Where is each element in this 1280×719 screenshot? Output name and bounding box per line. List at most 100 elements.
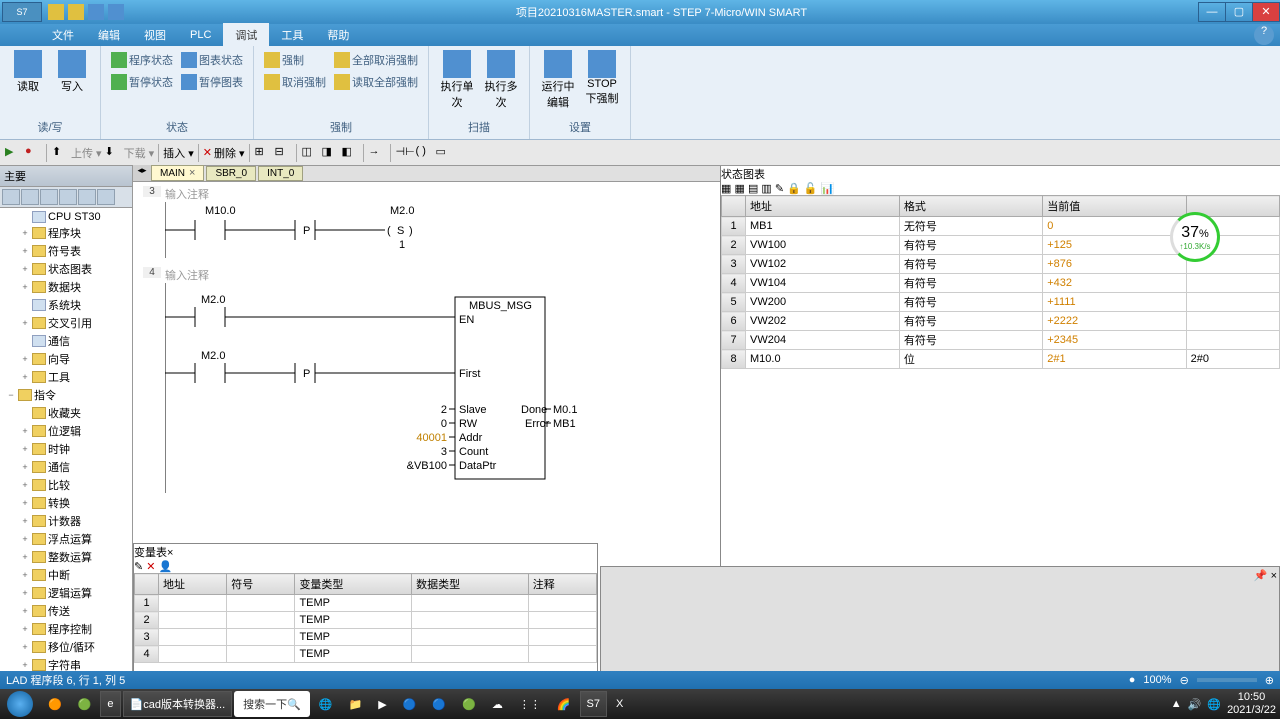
project-tree[interactable]: CPU ST30+程序块+符号表+状态图表+数据块系统块+交叉引用通信+向导+工…: [0, 208, 132, 671]
tool-icon[interactable]: 👤: [159, 561, 173, 573]
tree-node[interactable]: +中断: [2, 566, 130, 584]
tree-node[interactable]: +符号表: [2, 242, 130, 260]
coil-icon[interactable]: ( ): [415, 144, 433, 162]
tree-tool-icon[interactable]: [59, 189, 77, 205]
tree-node[interactable]: +比较: [2, 476, 130, 494]
taskbar-app-icon[interactable]: 🟢: [455, 691, 483, 717]
tree-node[interactable]: +时钟: [2, 440, 130, 458]
minimize-button[interactable]: —: [1198, 2, 1226, 22]
tree-node[interactable]: +整数运算: [2, 548, 130, 566]
tree-node[interactable]: CPU ST30: [2, 210, 130, 224]
tree-node[interactable]: +移位/循环: [2, 638, 130, 656]
tree-node[interactable]: 系统块: [2, 296, 130, 314]
new-icon[interactable]: [48, 4, 64, 20]
ribbon-运行中编辑[interactable]: 运行中编辑: [538, 50, 578, 110]
taskbar-app-icon[interactable]: 🔵: [425, 691, 453, 717]
insert-button[interactable]: 插入 ▾: [163, 145, 194, 161]
tool-icon[interactable]: ✎: [134, 561, 143, 573]
ribbon-暂停状态[interactable]: 暂停状态: [109, 72, 175, 92]
taskbar-app-icon[interactable]: ☁: [485, 691, 510, 717]
maximize-button[interactable]: ▢: [1225, 2, 1253, 22]
delete-button[interactable]: 删除 ▾: [214, 145, 245, 161]
tool-icon[interactable]: ▥: [761, 183, 771, 195]
close-icon[interactable]: ×: [1271, 570, 1277, 582]
taskbar-icon[interactable]: 🟢: [71, 691, 99, 717]
tree-node[interactable]: +位逻辑: [2, 422, 130, 440]
app-logo[interactable]: S7: [2, 2, 42, 22]
tree-tool-icon[interactable]: [97, 189, 115, 205]
tree-node[interactable]: +通信: [2, 458, 130, 476]
tool-icon[interactable]: ▦: [721, 183, 731, 195]
taskbar-step7-icon[interactable]: S7: [580, 691, 607, 717]
tree-node[interactable]: +浮点运算: [2, 530, 130, 548]
tree-tool-icon[interactable]: [2, 189, 20, 205]
tool-icon[interactable]: ⊟: [274, 144, 292, 162]
save-icon[interactable]: [88, 4, 104, 20]
ribbon-STOP 下强制[interactable]: STOP 下强制: [582, 50, 622, 106]
ribbon-取消强制[interactable]: 取消强制: [262, 72, 328, 92]
tree-node[interactable]: +向导: [2, 350, 130, 368]
tree-node[interactable]: +工具: [2, 368, 130, 386]
tree-node[interactable]: +转换: [2, 494, 130, 512]
tree-tool-icon[interactable]: [40, 189, 58, 205]
taskbar-app-icon[interactable]: ⋮⋮: [512, 691, 548, 717]
taskbar-app-icon[interactable]: 🔵: [396, 691, 424, 717]
lock-icon[interactable]: 🔒: [787, 183, 801, 195]
tree-node[interactable]: +程序控制: [2, 620, 130, 638]
start-button[interactable]: [0, 689, 40, 719]
ribbon-强制[interactable]: 强制: [262, 50, 328, 70]
download-icon[interactable]: ⬇: [104, 144, 122, 162]
tab-MAIN[interactable]: MAIN ×: [151, 165, 204, 181]
tool-icon[interactable]: ◧: [341, 144, 359, 162]
open-icon[interactable]: [68, 4, 84, 20]
taskbar-app-icon[interactable]: ▶: [371, 691, 393, 717]
tray-icon[interactable]: ▲: [1171, 698, 1182, 710]
tool-icon[interactable]: ◨: [321, 144, 339, 162]
variable-table[interactable]: 地址符号变量类型数据类型注释1TEMP2TEMP3TEMP4TEMP: [134, 573, 597, 663]
tree-tool-icon[interactable]: [21, 189, 39, 205]
tree-node[interactable]: 收藏夹: [2, 404, 130, 422]
tree-node[interactable]: −指令: [2, 386, 130, 404]
taskbar-excel-icon[interactable]: X: [609, 691, 630, 717]
delete-icon[interactable]: ✕: [146, 561, 155, 573]
tool-icon[interactable]: ▤: [748, 183, 758, 195]
taskbar-ie-icon[interactable]: 🌐: [312, 691, 340, 717]
ribbon-执行单次[interactable]: 执行单次: [437, 50, 477, 110]
zoom-slider[interactable]: [1197, 678, 1257, 682]
tree-node[interactable]: +字符串: [2, 656, 130, 671]
block-icon[interactable]: ▭: [435, 144, 453, 162]
taskbar-clock[interactable]: 10:502021/3/22: [1227, 691, 1276, 717]
taskbar-chrome-icon[interactable]: 🌈: [550, 691, 578, 717]
tree-node[interactable]: +程序块: [2, 224, 130, 242]
ribbon-写入[interactable]: 写入: [52, 50, 92, 94]
pencil-icon[interactable]: ✎: [775, 183, 784, 195]
zoom-out-icon[interactable]: ⊖: [1180, 674, 1189, 687]
upload-icon[interactable]: ⬆: [51, 144, 69, 162]
zoom-level[interactable]: 100%: [1143, 674, 1171, 686]
close-icon[interactable]: ×: [167, 547, 173, 559]
tree-node[interactable]: +计数器: [2, 512, 130, 530]
zoom-in-icon[interactable]: ⊕: [1265, 674, 1274, 687]
menu-help[interactable]: 帮助: [315, 23, 361, 47]
taskbar-explorer-icon[interactable]: 📁: [342, 691, 370, 717]
ribbon-暂停图表[interactable]: 暂停图表: [179, 72, 245, 92]
tab-close-icon[interactable]: ×: [189, 167, 195, 179]
tree-tool-icon[interactable]: [78, 189, 96, 205]
menu-edit[interactable]: 编辑: [86, 23, 132, 47]
close-button[interactable]: ✕: [1252, 2, 1280, 22]
taskbar-app[interactable]: 📄 cad版本转换器...: [123, 691, 233, 717]
tree-node[interactable]: +传送: [2, 602, 130, 620]
tool-icon[interactable]: ◫: [301, 144, 319, 162]
ribbon-读取[interactable]: 读取: [8, 50, 48, 94]
tool-icon[interactable]: ⊞: [254, 144, 272, 162]
tree-node[interactable]: +数据块: [2, 278, 130, 296]
stop-icon[interactable]: ●: [24, 144, 42, 162]
tab-SBR_0[interactable]: SBR_0: [206, 166, 256, 181]
print-icon[interactable]: [108, 4, 124, 20]
tree-node[interactable]: 通信: [2, 332, 130, 350]
taskbar-icon[interactable]: 🟠: [41, 691, 69, 717]
search-box[interactable]: 搜索一下 🔍: [234, 691, 310, 717]
system-tray[interactable]: ▲ 🔊 🌐 10:502021/3/22: [1171, 691, 1280, 717]
menu-plc[interactable]: PLC: [178, 25, 223, 45]
ribbon-读取全部强制[interactable]: 读取全部强制: [332, 72, 420, 92]
